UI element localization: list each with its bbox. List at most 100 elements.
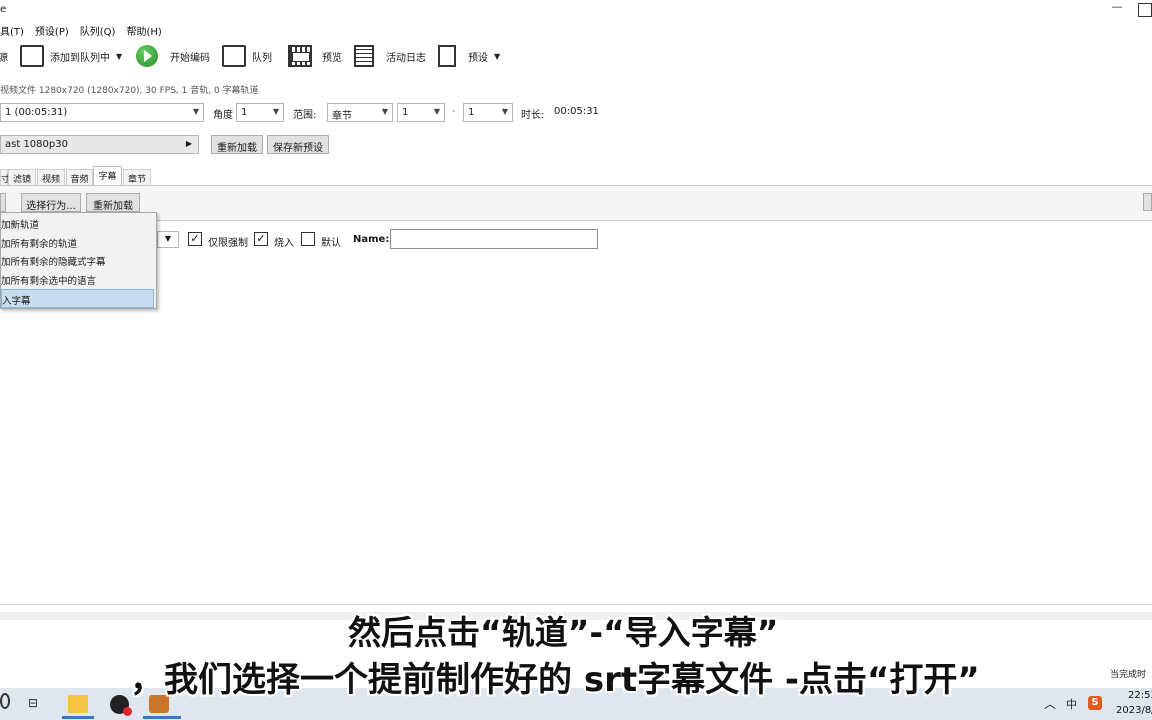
tracks-dropdown-menu: 加新轨道 加所有剩余的轨道 加所有剩余的隐藏式字幕 加所有剩余选中的语言 入字幕 (0, 212, 157, 309)
image-add-icon (20, 45, 44, 67)
tab-subtitles[interactable]: 字幕 (93, 166, 122, 186)
range-start-value: 1 (402, 107, 409, 118)
choose-behavior-button[interactable]: 选择行为... (21, 193, 81, 212)
chevron-down-icon: ▼ (433, 107, 440, 116)
range-type-value: 章节 (332, 111, 352, 122)
preset-select[interactable]: ast 1080p30 ▶ (0, 135, 199, 154)
task-view-icon[interactable]: ⊟ (28, 696, 44, 710)
menu-add-all-remaining-tracks[interactable]: 加所有剩余的轨道 (1, 233, 154, 252)
source-info: 视频文件 1280x720 (1280x720), 30 FPS, 1 音轨, … (0, 86, 259, 96)
activity-log-button[interactable]: 活动日志 (354, 44, 426, 68)
menu-help[interactable]: 帮助(H) (126, 23, 161, 40)
ime-indicator[interactable]: 中 (1066, 696, 1077, 712)
video-caption-line-2: ，我们选择一个提前制作好的 srt字幕文件 -点击“打开” (130, 660, 980, 700)
maximize-button[interactable] (1138, 3, 1152, 17)
preview-label: 预览 (322, 52, 342, 64)
menu-bar: 具(T) 预设(P) 队列(Q) 帮助(H) (0, 20, 1152, 40)
presets-label: 预设 (468, 52, 488, 64)
angle-select[interactable]: 1 ▼ (236, 103, 284, 122)
name-label: Name: (353, 234, 390, 245)
menu-presets[interactable]: 预设(P) (35, 23, 69, 40)
toolbar: 源 添加到队列中 ▼ 开始编码 队列 预览 活动日志 预设 ▼ (0, 40, 1152, 72)
clock-date[interactable]: 2023/8/ (1116, 705, 1152, 716)
queue-icon (222, 45, 246, 67)
title-bar: e — (0, 0, 1152, 20)
window-title: e (0, 4, 7, 15)
tab-audio[interactable]: 音频 (66, 169, 93, 185)
film-icon (288, 45, 312, 67)
start-encode-label: 开始编码 (170, 52, 210, 64)
duration-label: 时长: (521, 110, 545, 121)
tab-chapters[interactable]: 章节 (123, 169, 151, 185)
range-label: 范围: (293, 110, 317, 121)
menu-queue[interactable]: 队列(Q) (80, 23, 116, 40)
chevron-up-icon[interactable]: ︿ (1044, 695, 1056, 712)
default-checkbox[interactable] (301, 232, 315, 246)
play-icon (136, 45, 158, 67)
recorder-app-icon[interactable] (110, 695, 132, 716)
add-to-queue-label: 添加到队列中 (50, 52, 110, 64)
title-select[interactable]: 1 (00:05:31) ▼ (0, 103, 204, 122)
default-label: 默认 (321, 238, 341, 249)
preset-value: ast 1080p30 (5, 139, 68, 150)
source-button[interactable]: 源 (0, 44, 8, 68)
chevron-down-icon[interactable]: ▼ (494, 52, 500, 61)
log-icon (354, 45, 374, 67)
content-bottom-divider (0, 604, 1152, 605)
menu-add-remaining-closed-captions[interactable]: 加所有剩余的隐藏式字幕 (1, 251, 154, 270)
menu-add-new-track[interactable]: 加新轨道 (1, 214, 154, 233)
duration-value: 00:05:31 (554, 106, 599, 117)
queue-button[interactable]: 队列 (222, 44, 272, 68)
title-select-value: 1 (00:05:31) (5, 107, 68, 118)
active-app-indicator (143, 716, 181, 719)
search-icon[interactable] (0, 693, 10, 709)
preview-button[interactable]: 预览 (288, 44, 342, 68)
clock-time[interactable]: 22:53 (1128, 690, 1152, 701)
source-label: 源 (0, 52, 8, 64)
minimize-button[interactable]: — (1110, 0, 1124, 20)
activity-log-label: 活动日志 (386, 52, 426, 64)
tab-video[interactable]: 视频 (37, 169, 65, 185)
chevron-down-icon: ▼ (272, 107, 279, 116)
angle-value: 1 (241, 107, 248, 118)
angle-label: 角度 (213, 110, 233, 121)
save-preset-button[interactable]: 保存新预设 (267, 135, 329, 154)
video-caption-line-1: 然后点击“轨道”-“导入字幕” (348, 613, 779, 652)
subtitle-toolbar (0, 186, 1152, 220)
queue-label: 队列 (252, 52, 272, 64)
burn-in-label: 烧入 (274, 238, 294, 249)
chevron-down-icon: ▼ (501, 107, 508, 116)
subtitle-reload-button[interactable]: 重新加载 (86, 193, 140, 212)
range-start-select[interactable]: 1 ▼ (397, 103, 445, 122)
presets-button[interactable]: 预设 ▼ (438, 44, 500, 68)
forced-only-label: 仅限强制 (208, 238, 248, 249)
chevron-down-icon: ▼ (192, 107, 199, 116)
range-separator: - (452, 106, 456, 117)
menu-add-remaining-selected-languages[interactable]: 加所有剩余选中的语言 (1, 270, 154, 289)
sogou-ime-icon[interactable]: S (1088, 696, 1102, 710)
range-end-select[interactable]: 1 ▼ (463, 103, 513, 122)
subtitle-toolbar-divider (0, 220, 1152, 221)
track-name-input[interactable] (390, 229, 598, 249)
tab-filters[interactable]: 滤镜 (8, 169, 36, 185)
forced-only-checkbox[interactable]: ✓ (188, 232, 202, 246)
track-select-chevron[interactable]: ▼ (157, 231, 179, 248)
active-app-indicator (62, 716, 94, 719)
range-end-value: 1 (468, 107, 475, 118)
menu-tools[interactable]: 具(T) (0, 23, 24, 40)
when-done-label: 当完成时 (1110, 670, 1147, 680)
burn-in-checkbox[interactable]: ✓ (254, 232, 268, 246)
right-side-button[interactable] (1143, 193, 1152, 211)
chevron-down-icon[interactable]: ▼ (116, 52, 122, 61)
add-to-queue-button[interactable]: 添加到队列中 ▼ (20, 44, 122, 68)
preset-settings-icon (438, 45, 456, 67)
menu-import-subtitle[interactable]: 入字幕 (1, 289, 154, 308)
start-encode-button[interactable]: 开始编码 (136, 44, 210, 68)
chevron-right-icon: ▶ (185, 139, 192, 148)
file-explorer-icon[interactable] (68, 695, 88, 713)
reload-preset-button[interactable]: 重新加载 (211, 135, 263, 154)
chevron-down-icon: ▼ (381, 107, 388, 116)
tab-dimensions[interactable]: 寸 (0, 169, 10, 185)
range-type-select[interactable]: 章节 ▼ (327, 103, 393, 122)
tracks-button[interactable] (0, 193, 6, 212)
